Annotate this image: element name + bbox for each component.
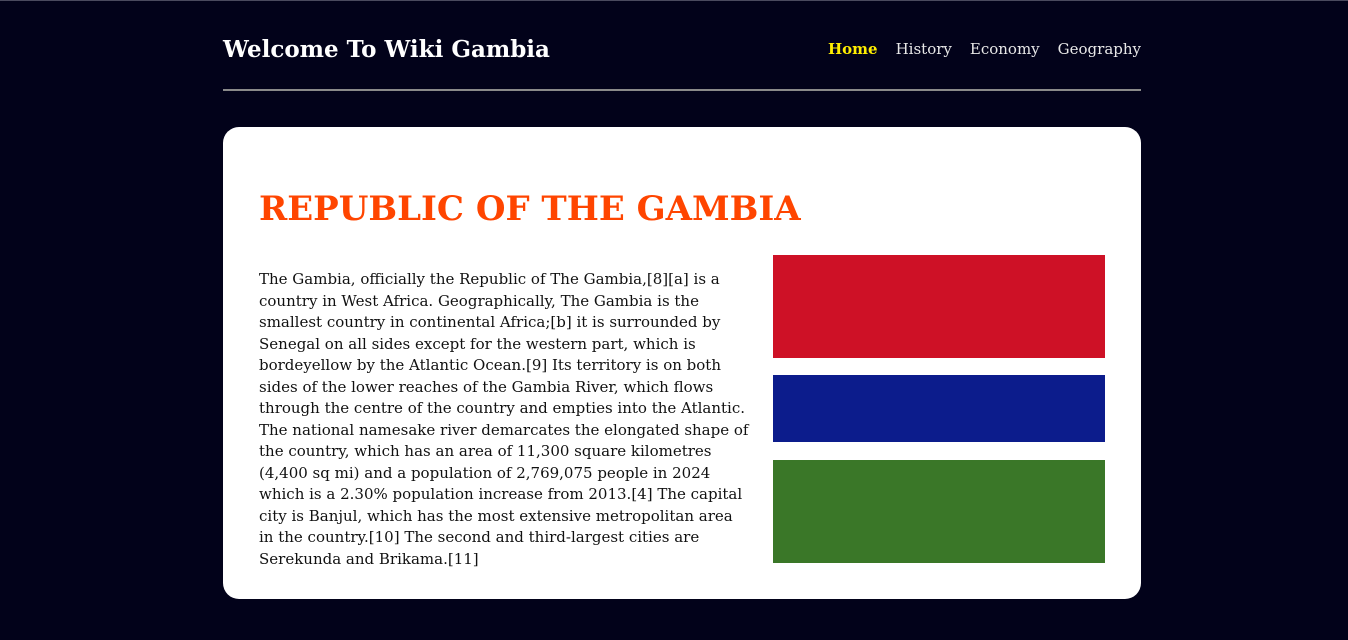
- nav-economy-link[interactable]: Economy: [970, 40, 1040, 58]
- site-header: Welcome To Wiki Gambia Home History Econ…: [223, 26, 1141, 74]
- nav-home-link[interactable]: Home: [828, 40, 878, 58]
- intro-paragraph: The Gambia, officially the Republic of T…: [259, 270, 749, 568]
- flag-white-stripe-top: [773, 358, 1105, 375]
- top-border: [0, 0, 1348, 1]
- header-divider: [223, 89, 1141, 91]
- content-card: REPUBLIC OF THE GAMBIA The Gambia, offic…: [223, 127, 1141, 599]
- flag-white-stripe-bottom: [773, 442, 1105, 460]
- site-title: Welcome To Wiki Gambia: [223, 36, 550, 63]
- flag-green-stripe: [773, 460, 1105, 563]
- page-title: REPUBLIC OF THE GAMBIA: [259, 189, 801, 229]
- gambia-flag-image: [773, 255, 1105, 563]
- flag-red-stripe: [773, 255, 1105, 358]
- main-nav: Home History Economy Geography: [828, 40, 1141, 58]
- nav-geography-link[interactable]: Geography: [1058, 40, 1141, 58]
- nav-history-link[interactable]: History: [896, 40, 952, 58]
- flag-blue-stripe: [773, 375, 1105, 442]
